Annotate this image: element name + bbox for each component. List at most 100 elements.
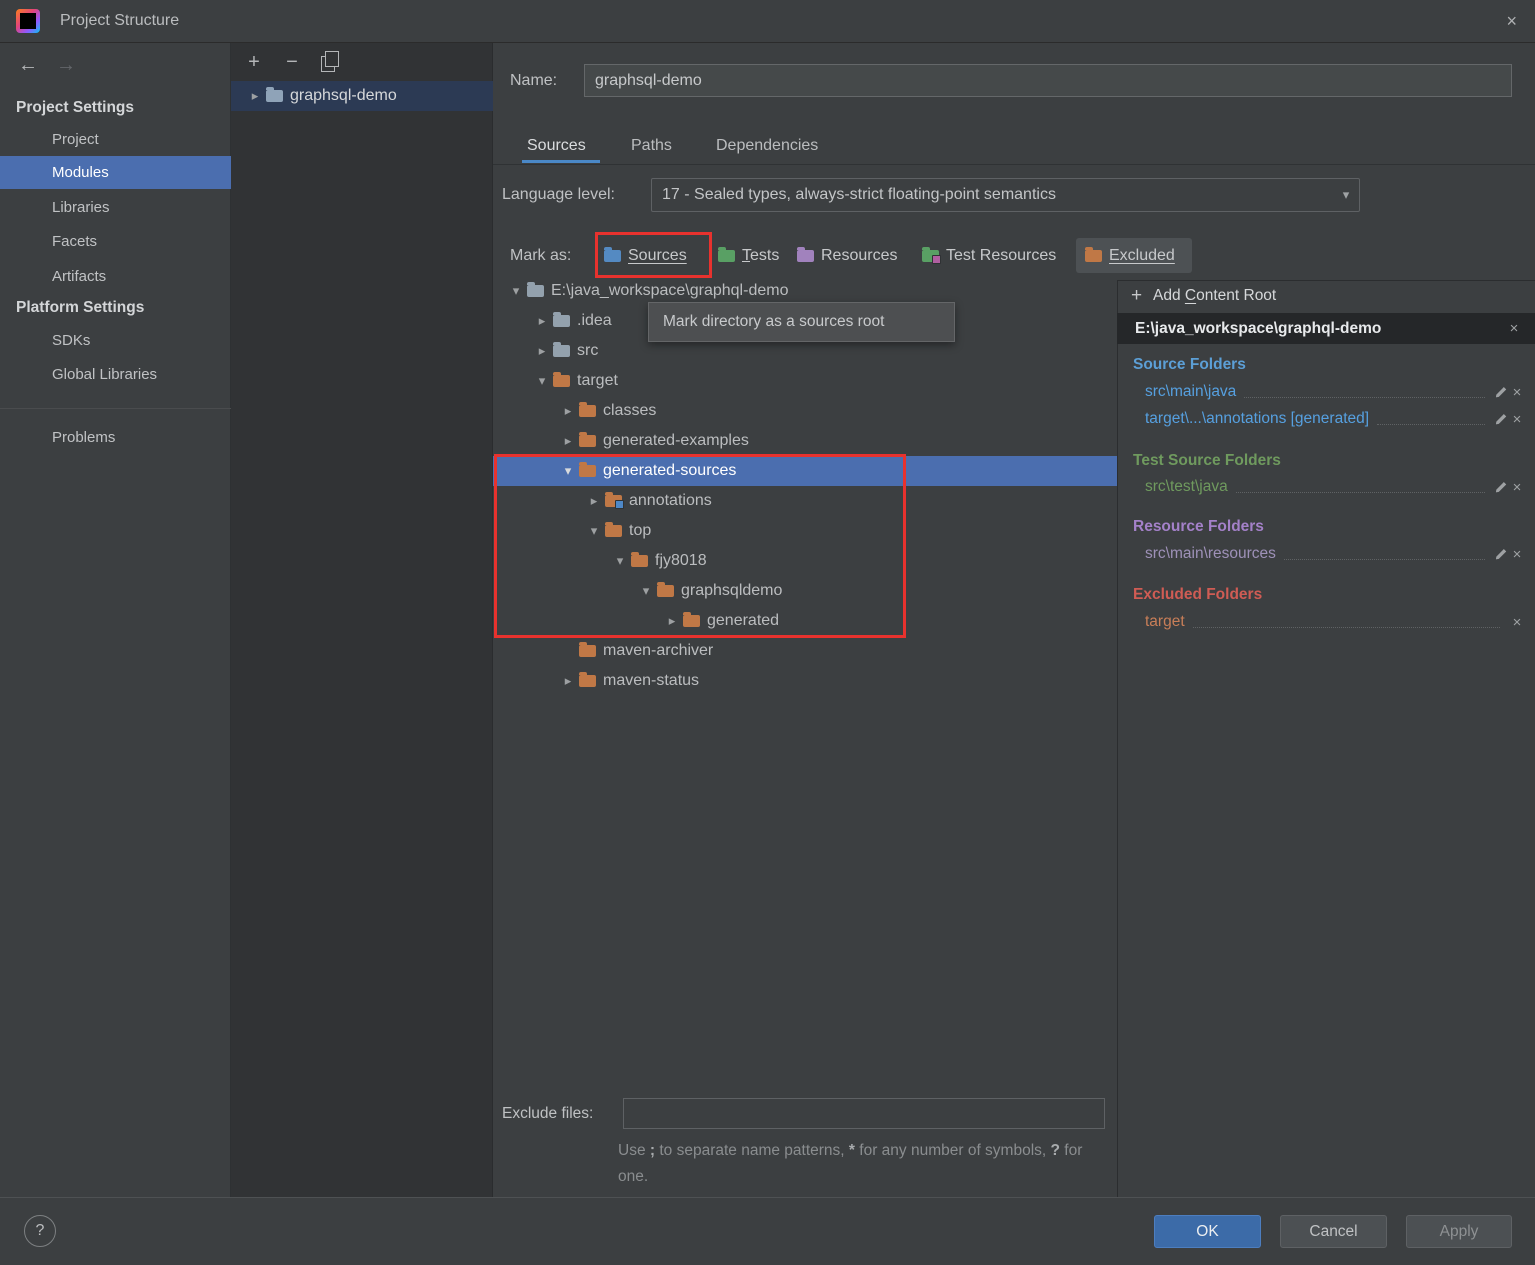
tree-row-maven-status[interactable]: ▸ maven-status: [493, 666, 1117, 696]
chevron-right-icon[interactable]: ▸: [583, 493, 605, 509]
tree-row-generated-examples[interactable]: ▸ generated-examples: [493, 426, 1117, 456]
tab-sources[interactable]: Sources: [527, 129, 586, 163]
dotted-leader: [1193, 626, 1500, 628]
apply-button[interactable]: Apply: [1406, 1215, 1512, 1248]
test-resources-folder-icon: [922, 250, 939, 262]
tree-row-fjy8018[interactable]: ▾ fjy8018: [493, 546, 1117, 576]
chevron-right-icon[interactable]: ▸: [531, 343, 553, 359]
add-module-icon[interactable]: +: [243, 50, 265, 74]
sidebar-item-sdks[interactable]: SDKs: [0, 324, 231, 357]
intellij-logo-icon: [16, 9, 40, 33]
excluded-folder-path[interactable]: target: [1145, 613, 1185, 631]
tree-row-graphsqldemo[interactable]: ▾ graphsqldemo: [493, 576, 1117, 606]
chevron-right-icon[interactable]: ▸: [244, 88, 266, 104]
tree-item-label: top: [629, 522, 651, 540]
chevron-down-icon[interactable]: ▾: [635, 583, 657, 599]
mark-excluded-button[interactable]: Excluded: [1085, 239, 1175, 273]
sidebar-item-global-libraries[interactable]: Global Libraries: [0, 358, 231, 391]
name-label: Name:: [510, 64, 557, 97]
sidebar-divider: [0, 408, 231, 409]
forward-arrow-icon[interactable]: →: [50, 48, 82, 82]
remove-content-root-icon[interactable]: ×: [1505, 320, 1523, 337]
copy-module-icon[interactable]: [321, 56, 335, 72]
chevron-right-icon[interactable]: ▸: [531, 313, 553, 329]
tree-item-label: generated: [707, 612, 779, 630]
chevron-down-icon[interactable]: ▾: [583, 523, 605, 539]
mark-sources-button[interactable]: Sources: [604, 239, 687, 273]
tree-row-generated-sources[interactable]: ▾ generated-sources: [493, 456, 1117, 486]
remove-module-icon[interactable]: −: [281, 50, 303, 74]
dotted-leader: [1377, 423, 1485, 425]
module-row-graphsql-demo[interactable]: ▸ graphsql-demo: [231, 81, 493, 111]
excluded-folder-icon: [1085, 250, 1102, 262]
source-folder-row: target\...\annotations [generated] ×: [1145, 406, 1526, 432]
remove-folder-icon[interactable]: ×: [1508, 614, 1526, 631]
tree-row-annotations[interactable]: ▸ annotations: [493, 486, 1117, 516]
exclude-files-input[interactable]: [623, 1098, 1105, 1129]
sidebar-item-libraries[interactable]: Libraries: [0, 191, 231, 224]
edit-pencil-icon[interactable]: [1493, 385, 1508, 400]
ok-button[interactable]: OK: [1154, 1215, 1261, 1248]
tree-row-classes[interactable]: ▸ classes: [493, 396, 1117, 426]
chevron-down-icon[interactable]: ▾: [505, 283, 527, 299]
chevron-right-icon[interactable]: ▸: [661, 613, 683, 629]
remove-folder-icon[interactable]: ×: [1508, 479, 1526, 496]
tree-row-maven-archiver[interactable]: maven-archiver: [493, 636, 1117, 666]
chevron-down-icon[interactable]: ▾: [531, 373, 553, 389]
source-folder-path[interactable]: src\main\java: [1145, 383, 1236, 401]
cancel-button[interactable]: Cancel: [1280, 1215, 1387, 1248]
mark-resources-button[interactable]: Resources: [797, 239, 897, 273]
source-folders-heading: Source Folders: [1133, 352, 1246, 378]
test-source-folder-row: src\test\java ×: [1145, 474, 1526, 500]
chevron-right-icon[interactable]: ▸: [557, 433, 579, 449]
tree-row-top[interactable]: ▾ top: [493, 516, 1117, 546]
remove-folder-icon[interactable]: ×: [1508, 384, 1526, 401]
source-folder-row: src\main\java ×: [1145, 379, 1526, 405]
language-level-select[interactable]: 17 - Sealed types, always-strict floatin…: [651, 178, 1360, 212]
sidebar-item-modules[interactable]: Modules: [0, 156, 231, 189]
remove-folder-icon[interactable]: ×: [1508, 546, 1526, 563]
folder-icon: [579, 435, 596, 447]
back-arrow-icon[interactable]: ←: [12, 48, 44, 82]
close-icon[interactable]: ×: [1506, 0, 1517, 42]
edit-pencil-icon[interactable]: [1493, 480, 1508, 495]
remove-folder-icon[interactable]: ×: [1508, 411, 1526, 428]
sidebar-item-facets[interactable]: Facets: [0, 225, 231, 258]
sidebar-item-project[interactable]: Project: [0, 123, 231, 156]
content-root-path: E:\java_workspace\graphql-demo: [1135, 320, 1505, 338]
mark-tests-label: Tests: [742, 247, 779, 265]
chevron-right-icon[interactable]: ▸: [557, 403, 579, 419]
sidebar-item-problems[interactable]: Problems: [0, 421, 231, 454]
resource-folder-path[interactable]: src\main\resources: [1145, 545, 1276, 563]
chevron-down-icon[interactable]: ▾: [557, 463, 579, 479]
resource-folders-heading: Resource Folders: [1133, 514, 1264, 540]
acr-text: ontent Root: [1196, 287, 1276, 304]
plus-icon[interactable]: +: [1131, 284, 1151, 308]
mark-sources-label: Sources: [628, 247, 687, 265]
edit-pencil-icon[interactable]: [1493, 412, 1508, 427]
tab-paths[interactable]: Paths: [631, 129, 672, 163]
chevron-down-icon[interactable]: ▾: [609, 553, 631, 569]
tab-dependencies[interactable]: Dependencies: [716, 129, 818, 163]
tree-row-generated[interactable]: ▸ generated: [493, 606, 1117, 636]
tree-row-target[interactable]: ▾ target: [493, 366, 1117, 396]
mark-tests-button[interactable]: Tests: [718, 239, 779, 273]
tree-item-label: fjy8018: [655, 552, 707, 570]
sidebar-item-artifacts[interactable]: Artifacts: [0, 260, 231, 293]
folder-icon: [579, 465, 596, 477]
module-name-input[interactable]: [584, 64, 1512, 97]
tree-item-label: .idea: [577, 312, 612, 330]
mark-resources-label: Resources: [821, 247, 897, 265]
edit-pencil-icon[interactable]: [1493, 547, 1508, 562]
mark-test-resources-button[interactable]: Test Resources: [922, 239, 1056, 273]
dotted-leader: [1244, 396, 1485, 398]
chevron-down-icon[interactable]: ▾: [1336, 178, 1356, 212]
add-content-root-button[interactable]: Add Content Root: [1153, 284, 1276, 308]
tooltip: Mark directory as a sources root: [648, 302, 955, 342]
test-source-folder-path[interactable]: src\test\java: [1145, 478, 1228, 496]
help-button[interactable]: ?: [24, 1215, 56, 1247]
mark-excluded-label: Excluded: [1109, 247, 1175, 265]
tree-item-label: generated-examples: [603, 432, 749, 450]
chevron-right-icon[interactable]: ▸: [557, 673, 579, 689]
source-folder-path[interactable]: target\...\annotations [generated]: [1145, 410, 1369, 428]
